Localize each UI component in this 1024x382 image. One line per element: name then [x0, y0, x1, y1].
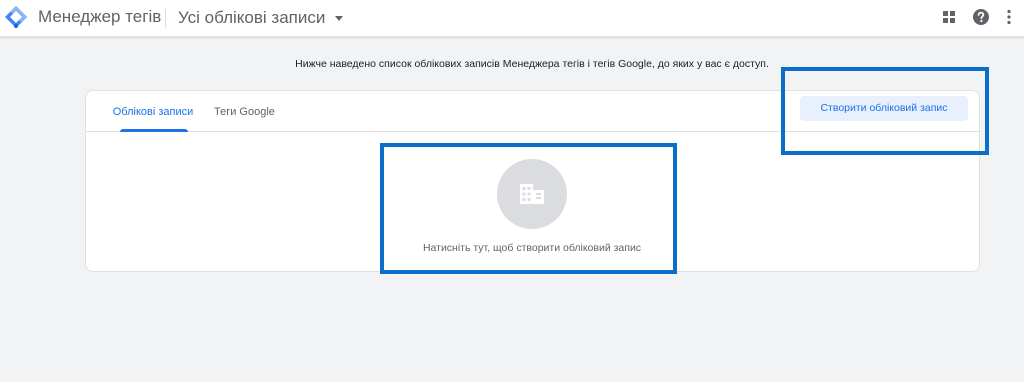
- empty-state-create-account[interactable]: Натисніть тут, щоб створити обліковий за…: [382, 146, 674, 272]
- apps-grid-icon[interactable]: [937, 5, 961, 29]
- tag-manager-logo-icon[interactable]: [4, 5, 28, 29]
- building-icon: [520, 184, 544, 204]
- tab-accounts[interactable]: Облікові записи: [108, 91, 198, 132]
- help-icon[interactable]: [969, 5, 993, 29]
- building-icon-circle: [497, 159, 567, 229]
- tab-google-tags-label: Теги Google: [214, 106, 275, 118]
- account-selector-label: Усі облікові записи: [178, 8, 326, 27]
- account-selector-dropdown[interactable]: Усі облікові записи: [172, 4, 349, 32]
- empty-state-text: Натисніть тут, щоб створити обліковий за…: [422, 242, 642, 254]
- create-account-button[interactable]: Створити обліковий запис: [800, 96, 968, 121]
- active-tab-indicator: [120, 129, 188, 132]
- top-app-bar: Менеджер тегів Усі облікові записи: [0, 0, 1024, 37]
- chevron-down-icon: [335, 15, 344, 21]
- app-title[interactable]: Менеджер тегів: [38, 7, 161, 27]
- more-vert-icon[interactable]: [997, 5, 1021, 29]
- title-divider: [165, 8, 166, 28]
- accounts-intro-text: Нижче наведено список облікових записів …: [295, 58, 769, 70]
- tab-google-tags[interactable]: Теги Google: [214, 91, 275, 131]
- tab-accounts-label: Облікові записи: [112, 106, 194, 118]
